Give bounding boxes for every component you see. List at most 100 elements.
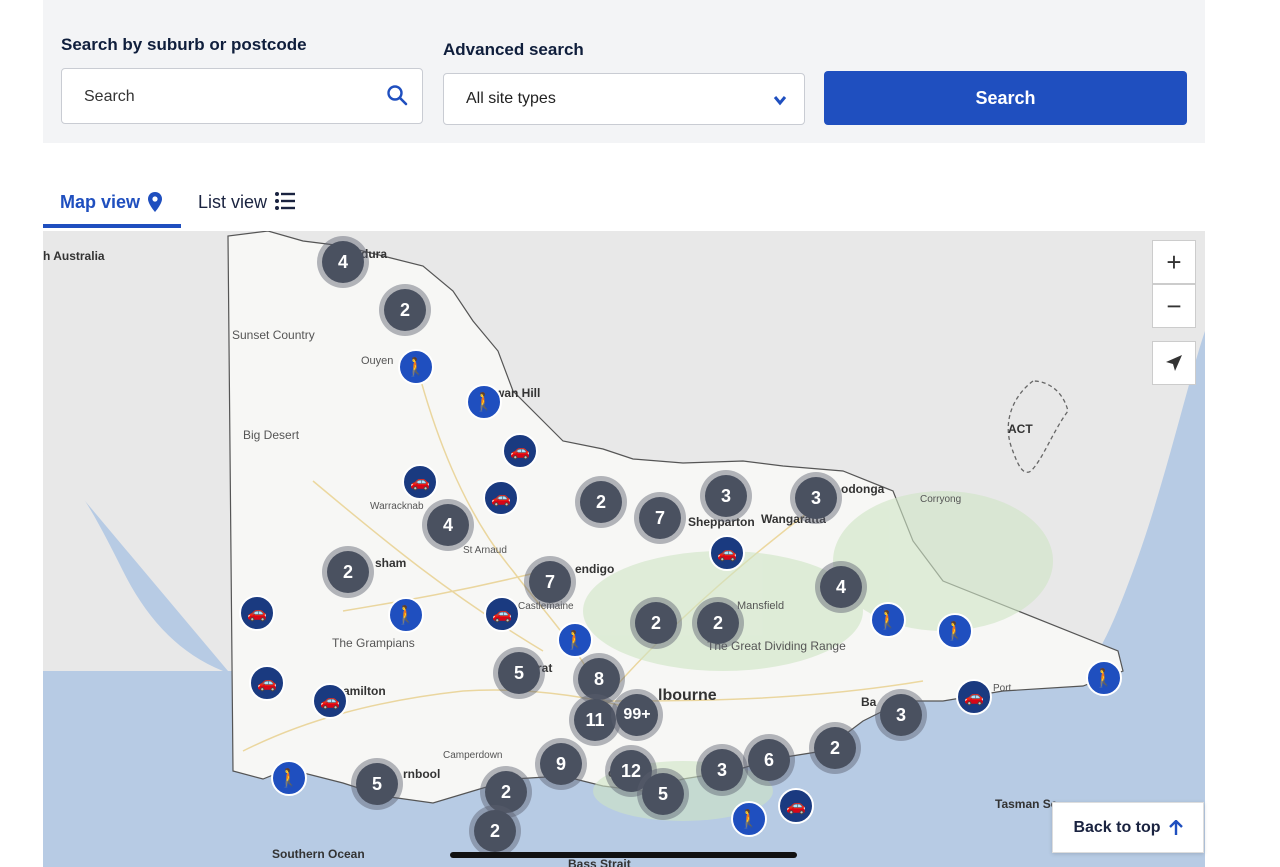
car-site-marker[interactable]: 🚗 [249, 665, 285, 701]
search-button[interactable]: Search [824, 71, 1187, 125]
map-label: Big Desert [243, 428, 300, 442]
cluster-marker[interactable]: 3 [700, 470, 752, 522]
map-label: Ba [861, 695, 877, 709]
arrow-up-icon [1168, 819, 1183, 835]
list-icon [275, 192, 296, 210]
zoom-out-button[interactable]: − [1152, 284, 1196, 328]
cluster-marker[interactable]: 5 [637, 768, 689, 820]
car-site-marker[interactable]: 🚗 [483, 480, 519, 516]
car-icon: 🚗 [320, 693, 340, 710]
walk-icon: 🚶 [563, 629, 587, 650]
map-label: Bass Strait [568, 857, 631, 867]
car-site-marker[interactable]: 🚗 [956, 679, 992, 715]
walk-icon: 🚶 [943, 620, 967, 641]
cluster-marker[interactable]: 2 [692, 597, 744, 649]
walking-site-marker[interactable]: 🚶 [398, 349, 434, 385]
map-label: odonga [841, 482, 885, 496]
chevron-down-icon [773, 96, 787, 106]
walk-icon: 🚶 [277, 767, 301, 788]
location-arrow-icon [1166, 355, 1182, 371]
cluster-marker[interactable]: 7 [634, 492, 686, 544]
cluster-marker[interactable]: 9 [535, 738, 587, 790]
cluster-marker[interactable]: 3 [696, 744, 748, 796]
car-icon: 🚗 [964, 689, 984, 706]
cluster-marker[interactable]: 5 [351, 758, 403, 810]
map-canvas[interactable]: h Australia dura Sunset Country Ouyen wa… [43, 231, 1205, 867]
car-icon: 🚗 [247, 605, 267, 622]
walk-icon: 🚶 [737, 808, 761, 829]
cluster-marker[interactable]: 99+ [611, 689, 663, 741]
walking-site-marker[interactable]: 🚶 [271, 760, 307, 796]
site-type-select[interactable]: All site types [443, 73, 805, 125]
car-icon: 🚗 [410, 474, 430, 491]
tab-map-label: Map view [60, 192, 141, 212]
map-label: Ouyen [361, 355, 394, 367]
car-icon: 🚗 [717, 545, 737, 562]
home-indicator [450, 852, 797, 858]
advanced-search-label: Advanced search [443, 40, 584, 59]
tab-list-label: List view [198, 192, 268, 212]
cluster-marker[interactable]: 2 [575, 476, 627, 528]
walking-site-marker[interactable]: 🚶 [466, 384, 502, 420]
map-label: lbourne [658, 687, 717, 704]
tab-list-view[interactable]: List view [198, 192, 296, 228]
cluster-marker[interactable]: 4 [815, 561, 867, 613]
map-pin-icon [148, 192, 163, 212]
tab-map-view[interactable]: Map view [43, 192, 181, 228]
car-site-marker[interactable]: 🚗 [239, 595, 275, 631]
map-label: sham [375, 556, 407, 570]
cluster-marker[interactable]: 7 [524, 556, 576, 608]
cluster-marker[interactable]: 6 [743, 734, 795, 786]
car-site-marker[interactable]: 🚗 [484, 596, 520, 632]
cluster-marker[interactable]: 4 [422, 499, 474, 551]
cluster-marker[interactable]: 2 [630, 597, 682, 649]
walk-icon: 🚶 [404, 356, 428, 377]
cluster-marker[interactable]: 2 [379, 284, 431, 336]
back-to-top-button[interactable]: Back to top [1052, 802, 1204, 853]
locate-me-button[interactable] [1152, 341, 1196, 385]
cluster-marker[interactable]: 4 [317, 236, 369, 288]
search-icon[interactable] [386, 84, 408, 106]
cluster-marker[interactable]: 2 [809, 722, 861, 774]
car-icon: 🚗 [492, 606, 512, 623]
walking-site-marker[interactable]: 🚶 [731, 801, 767, 837]
walking-site-marker[interactable]: 🚶 [1086, 660, 1122, 696]
map-label: ACT [1008, 422, 1033, 436]
cluster-marker[interactable]: 3 [790, 472, 842, 524]
map-label: Port [993, 683, 1012, 694]
zoom-in-button[interactable]: + [1152, 240, 1196, 284]
search-field[interactable] [61, 68, 423, 125]
walk-icon: 🚶 [394, 604, 418, 625]
walking-site-marker[interactable]: 🚶 [388, 597, 424, 633]
cluster-marker[interactable]: 5 [493, 647, 545, 699]
cluster-marker[interactable]: 2 [322, 546, 374, 598]
map-label: Warracknab [370, 501, 424, 512]
map-label: The Grampians [332, 636, 415, 650]
map-label: Corryong [920, 494, 962, 505]
suburb-label: Search by suburb or postcode [61, 35, 307, 54]
map-label: Camperdown [443, 750, 503, 761]
map-label: rnbool [403, 767, 441, 781]
map-label: Mansfield [737, 600, 785, 612]
car-site-marker[interactable]: 🚗 [312, 683, 348, 719]
map-label: h Australia [43, 249, 105, 263]
cluster-marker[interactable]: 3 [875, 689, 927, 741]
map-label: amilton [343, 684, 386, 698]
car-site-marker[interactable]: 🚗 [502, 433, 538, 469]
walking-site-marker[interactable]: 🚶 [937, 613, 973, 649]
walking-site-marker[interactable]: 🚶 [870, 602, 906, 638]
map-label: wan Hill [495, 386, 541, 400]
walk-icon: 🚶 [876, 609, 900, 630]
car-site-marker[interactable]: 🚗 [778, 788, 814, 824]
walking-site-marker[interactable]: 🚶 [557, 622, 593, 658]
map-label: endigo [575, 562, 615, 576]
car-icon: 🚗 [491, 490, 511, 507]
map-label: Sunset Country [232, 328, 315, 342]
back-to-top-label: Back to top [1073, 818, 1161, 836]
car-icon: 🚗 [510, 443, 530, 460]
cluster-marker[interactable]: 2 [469, 805, 521, 857]
search-input[interactable] [82, 69, 376, 125]
car-icon: 🚗 [786, 798, 806, 815]
car-site-marker[interactable]: 🚗 [402, 464, 438, 500]
car-site-marker[interactable]: 🚗 [709, 535, 745, 571]
